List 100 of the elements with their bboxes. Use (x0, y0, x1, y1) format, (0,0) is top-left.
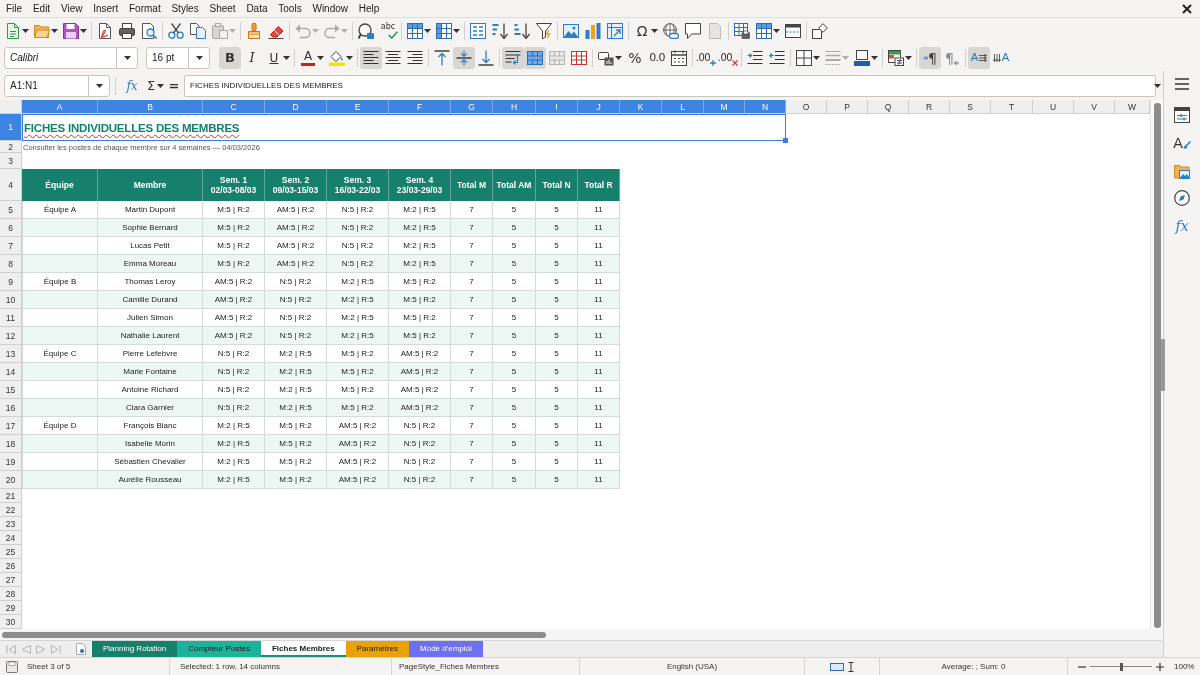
selection-handle[interactable] (783, 138, 788, 143)
caret-icon[interactable] (317, 55, 324, 60)
menu-item[interactable]: Tools (272, 3, 308, 14)
gallery-icon[interactable] (1174, 163, 1190, 179)
plus-icon[interactable] (710, 59, 717, 66)
column-header[interactable]: R (909, 100, 950, 114)
conditional-format-icon[interactable] (888, 49, 904, 66)
caret-icon[interactable] (123, 55, 131, 60)
language-label[interactable]: English (USA) (666, 662, 718, 671)
column-header[interactable]: U (1033, 100, 1074, 114)
caret-icon[interactable] (195, 55, 203, 60)
sheet-tab[interactable]: Mode d'emploi (409, 641, 483, 657)
formula-button[interactable]: = (166, 74, 182, 97)
row-header[interactable]: 7 (0, 237, 22, 255)
row-header[interactable]: 5 (0, 201, 22, 219)
navigator-icon[interactable] (1174, 190, 1190, 206)
formula-input[interactable]: FICHES INDIVIDUELLES DES MEMBRES (184, 74, 1156, 97)
row-header[interactable]: 26 (0, 559, 22, 573)
freeze-panes-icon[interactable] (756, 23, 772, 39)
horizontal-scrollbar[interactable] (2, 631, 546, 638)
border-color-icon[interactable] (854, 49, 870, 66)
vertical-scrollbar[interactable] (1153, 103, 1161, 628)
column-header[interactable]: W (1115, 100, 1150, 114)
zoom-slider-thumb[interactable] (1120, 662, 1123, 671)
column-header[interactable]: O (786, 100, 827, 114)
row-header[interactable]: 4 (0, 169, 22, 201)
caret-icon[interactable] (80, 29, 87, 33)
sheet-tab[interactable]: Planning Rotation (92, 641, 178, 657)
paintbrush-icon[interactable] (1182, 141, 1191, 149)
caret-icon[interactable] (51, 29, 58, 33)
selection-mode-icon[interactable] (830, 662, 844, 671)
column-header[interactable]: N (745, 100, 786, 114)
row-header[interactable]: 23 (0, 517, 22, 531)
row-header[interactable]: 13 (0, 345, 22, 363)
row-header[interactable]: 15 (0, 381, 22, 399)
special-character-button[interactable]: Ω (631, 20, 653, 42)
name-box[interactable]: A1:N1 (4, 74, 110, 97)
add-decimal-button[interactable]: .00 (695, 46, 717, 69)
sheet-tab[interactable]: Fiches Membres (260, 641, 346, 657)
row-header[interactable]: 6 (0, 219, 22, 237)
pivot-table-icon[interactable] (607, 23, 623, 39)
column-header[interactable]: I (536, 100, 578, 114)
comment-icon[interactable] (685, 23, 701, 39)
row-header[interactable]: 24 (0, 531, 22, 545)
italic-button[interactable]: I (241, 46, 263, 69)
column-header[interactable]: Q (868, 100, 909, 114)
left-to-right-button[interactable]: ¶ (919, 46, 941, 69)
caret-icon[interactable] (424, 29, 431, 33)
row-header[interactable]: 29 (0, 601, 22, 615)
caret-icon[interactable] (453, 29, 460, 33)
column-header[interactable]: K (620, 100, 662, 114)
menu-item[interactable]: File (0, 3, 28, 14)
row-header[interactable]: 28 (0, 587, 22, 601)
menu-item[interactable]: Edit (27, 3, 56, 14)
currency-format-icon[interactable] (598, 49, 614, 66)
row-header[interactable]: 21 (0, 489, 22, 503)
menu-item[interactable]: Window (307, 3, 354, 14)
caret-icon[interactable] (1154, 83, 1161, 88)
sort-ascending-icon[interactable] (492, 23, 508, 39)
column-header[interactable]: A (22, 100, 98, 114)
bar-chart-icon[interactable] (585, 23, 601, 39)
caret-icon[interactable] (283, 55, 290, 60)
print-icon[interactable] (119, 23, 135, 39)
column-header[interactable]: T (991, 100, 1033, 114)
row-header[interactable]: 3 (0, 153, 22, 169)
menu-item[interactable]: Sheet (204, 3, 241, 14)
caret-icon[interactable] (22, 29, 29, 33)
row-header[interactable]: 19 (0, 453, 22, 471)
number-format-button[interactable]: 0.0 (646, 46, 668, 69)
row-header[interactable]: 9 (0, 273, 22, 291)
row-header[interactable]: 17 (0, 417, 22, 435)
caret-icon[interactable] (905, 55, 912, 60)
indent-icon[interactable] (747, 49, 763, 66)
font-size-field[interactable]: 16 pt (146, 46, 210, 69)
calendar-icon[interactable] (671, 49, 687, 66)
columns-grid-icon[interactable] (436, 23, 452, 39)
caret-icon[interactable] (773, 29, 780, 33)
column-header[interactable]: D (265, 100, 327, 114)
pdf-document-icon[interactable] (97, 23, 113, 39)
menu-item[interactable]: Format (123, 3, 167, 14)
print-area-icon[interactable] (734, 23, 750, 39)
close-icon[interactable] (1182, 3, 1192, 14)
find-replace-icon[interactable] (358, 23, 374, 39)
row-header[interactable]: 25 (0, 545, 22, 559)
row-header[interactable]: 14 (0, 363, 22, 381)
sidebar-handle[interactable] (1161, 339, 1165, 391)
split-window-icon[interactable] (785, 23, 801, 39)
row-header[interactable]: 8 (0, 255, 22, 273)
delete-decimal-button[interactable]: .00 (717, 46, 739, 69)
row-header[interactable]: 16 (0, 399, 22, 417)
function-wizard-button[interactable]: fx (121, 74, 143, 97)
row-header[interactable]: 30 (0, 615, 22, 629)
print-preview-icon[interactable] (141, 23, 157, 39)
column-header[interactable]: V (1074, 100, 1115, 114)
properties-icon[interactable] (1174, 107, 1190, 123)
caret-icon[interactable] (651, 29, 658, 33)
zoom-level[interactable]: 100% (1174, 662, 1195, 671)
down-arrows-icon[interactable] (992, 53, 1001, 62)
text-direction-button[interactable]: A (968, 46, 990, 69)
sheet-tab[interactable]: Paramètres (345, 641, 410, 657)
